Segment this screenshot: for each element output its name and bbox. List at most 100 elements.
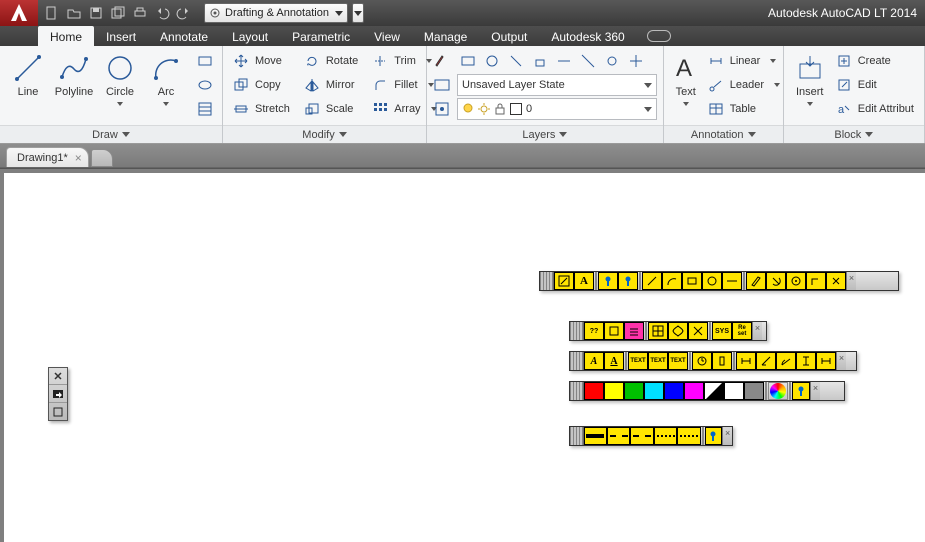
tool-button[interactable] (648, 322, 668, 340)
palette-item[interactable] (49, 384, 67, 402)
tool-button[interactable]: ?? (584, 322, 604, 340)
linetype-button[interactable] (677, 427, 700, 445)
tab-output[interactable]: Output (479, 26, 539, 46)
toolbar-close[interactable]: × (810, 382, 820, 400)
tool-button[interactable] (766, 272, 786, 290)
toolbar-floating-1[interactable]: A × (539, 271, 899, 291)
tab-autodesk360[interactable]: Autodesk 360 (539, 26, 636, 46)
layer-state-dropdown[interactable]: Unsaved Layer State (457, 74, 657, 96)
document-tab[interactable]: Drawing1* × (6, 147, 89, 167)
layer-on-button[interactable] (601, 50, 623, 72)
tool-button[interactable]: TEXT (628, 352, 648, 370)
print-icon[interactable] (132, 5, 148, 21)
toolbar-close[interactable]: × (722, 427, 732, 445)
qat-more-button[interactable] (352, 3, 364, 23)
tool-button[interactable] (624, 322, 644, 340)
layer-iso-button[interactable] (457, 50, 479, 72)
insert-button[interactable]: Insert (790, 50, 830, 125)
tab-home[interactable]: Home (38, 26, 94, 46)
toolbar-floating-3[interactable]: A A TEXT TEXT TEXT × (569, 351, 857, 371)
tool-button[interactable] (776, 352, 796, 370)
redo-icon[interactable] (176, 5, 192, 21)
panel-annotation-title[interactable]: Annotation (664, 125, 783, 143)
tool-button[interactable]: A (584, 352, 604, 370)
new-icon[interactable] (44, 5, 60, 21)
polyline-button[interactable]: Polyline (52, 50, 96, 125)
saveas-icon[interactable] (110, 5, 126, 21)
layer-off-button[interactable] (505, 50, 527, 72)
edit-attr-button[interactable]: aEdit Attribut (832, 98, 918, 120)
tool-button[interactable]: A (604, 352, 624, 370)
close-icon[interactable]: ✕ (49, 368, 67, 384)
toolbar-grip[interactable] (570, 427, 584, 445)
tool-button[interactable] (736, 352, 756, 370)
tool-button[interactable] (796, 352, 816, 370)
move-button[interactable]: Move (229, 50, 294, 72)
tool-button[interactable]: TEXT (668, 352, 688, 370)
color-swatch-yellow[interactable] (604, 382, 624, 400)
tool-button[interactable] (598, 272, 618, 290)
tool-button[interactable] (554, 272, 574, 290)
color-swatch-magenta[interactable] (684, 382, 704, 400)
edit-block-button[interactable]: Edit (832, 74, 918, 96)
tool-button[interactable] (692, 352, 712, 370)
layer-match-button[interactable] (553, 50, 575, 72)
tool-button[interactable] (702, 272, 722, 290)
tab-insert[interactable]: Insert (94, 26, 148, 46)
tool-button[interactable] (682, 272, 702, 290)
linetype-button[interactable] (630, 427, 653, 445)
save-icon[interactable] (88, 5, 104, 21)
line-button[interactable]: Line (6, 50, 50, 125)
panel-modify-title[interactable]: Modify (223, 125, 426, 143)
pin-button[interactable] (792, 382, 810, 400)
app-menu-button[interactable] (0, 0, 38, 26)
toolbar-grip[interactable] (570, 382, 584, 400)
create-block-button[interactable]: Create (832, 50, 918, 72)
color-swatch-gray[interactable] (744, 382, 764, 400)
layer-lock-button[interactable] (529, 50, 551, 72)
tool-button[interactable] (806, 272, 826, 290)
layer-prev-button[interactable] (577, 50, 599, 72)
tool-button[interactable] (746, 272, 766, 290)
color-swatch-white[interactable] (724, 382, 744, 400)
new-tab-button[interactable] (91, 149, 113, 167)
color-swatch-blue[interactable] (664, 382, 684, 400)
toolbar-grip[interactable] (570, 322, 584, 340)
tool-button[interactable] (604, 322, 624, 340)
layer-state-button[interactable] (431, 74, 453, 96)
color-swatch-red[interactable] (584, 382, 604, 400)
toolbar-close[interactable]: × (752, 322, 762, 340)
toolbar-grip[interactable] (570, 352, 584, 370)
color-swatch-green[interactable] (624, 382, 644, 400)
tool-button[interactable] (722, 272, 742, 290)
color-swatch-cyan[interactable] (644, 382, 664, 400)
palette-item[interactable] (49, 402, 67, 420)
circle-button[interactable]: Circle (98, 50, 142, 125)
rectangle-button[interactable] (194, 50, 216, 72)
toolbar-close[interactable]: × (836, 352, 846, 370)
tool-button[interactable] (642, 272, 662, 290)
layer-current-dropdown[interactable]: 0 (457, 98, 657, 120)
tool-button[interactable]: Reset (732, 322, 752, 340)
linetype-button[interactable] (584, 427, 607, 445)
toolbar-floating-linetypes[interactable]: × (569, 426, 733, 446)
tool-button[interactable] (826, 272, 846, 290)
copy-button[interactable]: Copy (229, 74, 294, 96)
layer-freeze-button[interactable] (481, 50, 503, 72)
tab-parametric[interactable]: Parametric (280, 26, 362, 46)
tool-button[interactable] (712, 352, 732, 370)
ellipse-button[interactable] (194, 74, 216, 96)
cloud-toggle[interactable] (647, 26, 671, 46)
color-wheel-button[interactable] (768, 382, 788, 400)
tool-button[interactable]: SYS (712, 322, 732, 340)
layer-props-button[interactable] (431, 98, 453, 120)
arc-button[interactable]: Arc (144, 50, 188, 125)
panel-draw-title[interactable]: Draw (0, 125, 222, 143)
leader-button[interactable]: Leader (704, 74, 784, 96)
tool-button[interactable] (688, 322, 708, 340)
scale-button[interactable]: Scale (300, 98, 362, 120)
tool-button[interactable]: TEXT (648, 352, 668, 370)
tool-button[interactable] (756, 352, 776, 370)
tool-button[interactable] (668, 322, 688, 340)
tool-button[interactable]: A (574, 272, 594, 290)
